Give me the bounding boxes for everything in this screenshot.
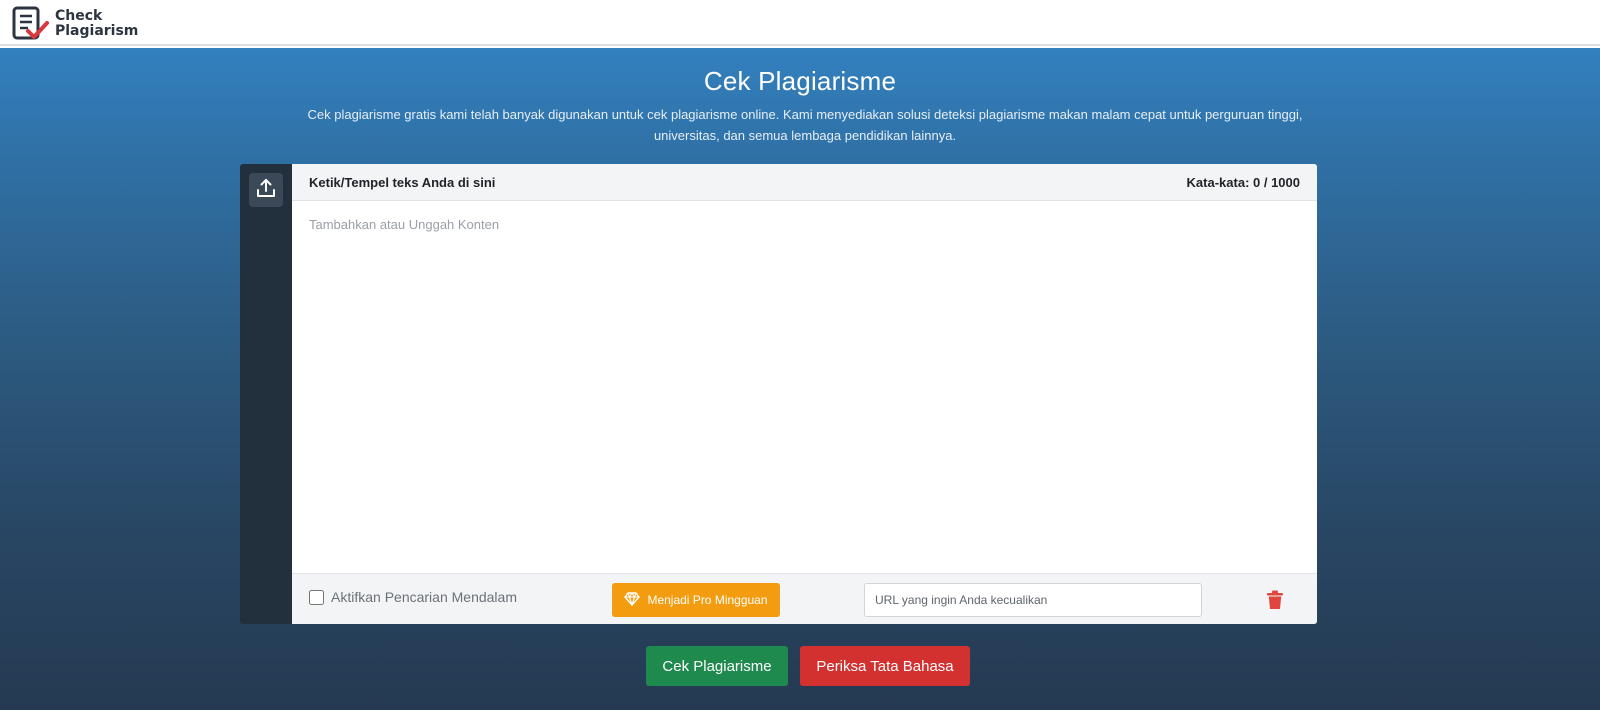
deep-search-checkbox[interactable]: [309, 589, 324, 605]
site-logo[interactable]: Check Plagiarism: [12, 6, 138, 42]
editor-header: Ketik/Tempel teks Anda di sini Kata-kata…: [292, 164, 1317, 201]
exclude-url-input[interactable]: [864, 583, 1202, 617]
upload-button[interactable]: [249, 173, 283, 207]
deep-search-option[interactable]: Aktifkan Pencarian Mendalam: [309, 589, 517, 605]
check-grammar-button[interactable]: Periksa Tata Bahasa: [800, 646, 970, 686]
check-plagiarism-button[interactable]: Cek Plagiarisme: [646, 646, 788, 686]
text-editor: Ketik/Tempel teks Anda di sini Kata-kata…: [292, 164, 1317, 624]
deep-search-label[interactable]: Aktifkan Pencarian Mendalam: [331, 589, 517, 605]
editor-label: Ketik/Tempel teks Anda di sini: [309, 175, 496, 190]
editor-panel: Ketik/Tempel teks Anda di sini Kata-kata…: [240, 164, 1317, 624]
go-pro-button[interactable]: Menjadi Pro Mingguan: [612, 583, 780, 617]
logo-line-1: Check: [55, 8, 103, 24]
go-pro-label: Menjadi Pro Mingguan: [647, 593, 768, 607]
diamond-icon: [624, 591, 641, 609]
top-bar: Check Plagiarism: [0, 0, 1600, 46]
trash-icon[interactable]: [1266, 590, 1284, 610]
editor-sidebar: [240, 164, 292, 624]
editor-footer: Aktifkan Pencarian Mendalam Menjadi Pro …: [292, 573, 1317, 624]
page-title: Cek Plagiarisme: [703, 66, 897, 96]
page-subtitle: Cek plagiarisme gratis kami telah banyak…: [307, 107, 1303, 143]
logo-text: Check Plagiarism: [55, 9, 138, 39]
upload-icon: [255, 177, 277, 204]
word-counter: Kata-kata: 0 / 1000: [1186, 175, 1300, 190]
hero-section: Cek Plagiarisme Cek plagiarisme gratis k…: [0, 48, 1600, 710]
document-check-icon: [12, 6, 50, 42]
logo-line-2: Plagiarism: [55, 23, 139, 39]
content-textarea[interactable]: [292, 201, 1317, 573]
